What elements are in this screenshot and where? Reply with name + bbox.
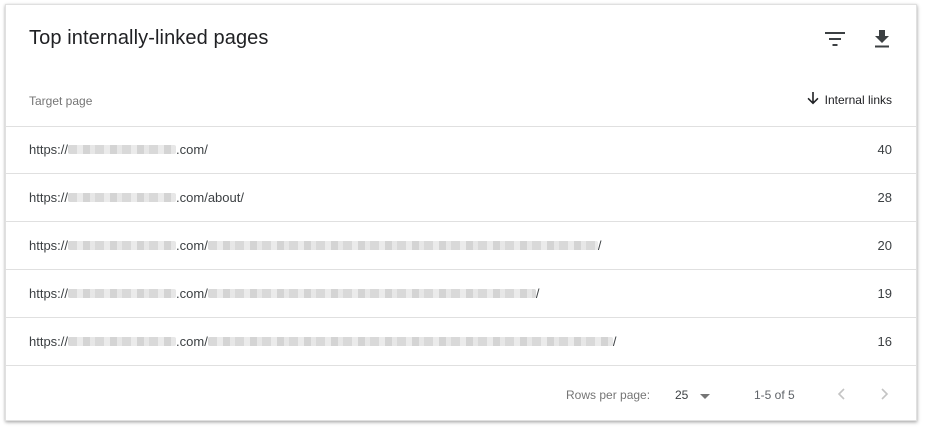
filter-icon (825, 32, 845, 46)
redacted-text (207, 337, 613, 347)
chevron-left-icon (837, 387, 845, 403)
target-page-url: https://.com// (29, 286, 540, 301)
internal-links-count: 28 (877, 190, 892, 205)
column-header-internal-links[interactable]: Internal links (807, 92, 892, 108)
column-header-target-page[interactable]: Target page (29, 94, 92, 108)
rows-per-page-select[interactable]: 25 (675, 384, 711, 406)
redacted-text (207, 289, 536, 299)
target-page-url: https://.com/about/ (29, 190, 244, 205)
internal-links-count: 40 (877, 142, 892, 157)
redacted-text (68, 337, 177, 347)
table-body: https://.com/ 40 https://.com/about/ 28 … (6, 126, 916, 366)
target-page-url: https://.com// (29, 334, 617, 349)
top-linked-pages-card: Top internally-linked pages Target page … (5, 4, 917, 421)
internal-links-count: 16 (877, 334, 892, 349)
filter-button[interactable] (821, 25, 849, 53)
download-icon (874, 30, 890, 48)
download-button[interactable] (868, 25, 896, 53)
redacted-text (68, 145, 177, 155)
previous-page-button[interactable] (827, 381, 855, 409)
rows-per-page-value: 25 (675, 388, 689, 402)
pagination-range: 1-5 of 5 (754, 388, 795, 402)
arrow-down-icon (807, 92, 819, 108)
dropdown-arrow-icon (700, 388, 711, 402)
table-row[interactable]: https://.com// 19 (6, 270, 916, 318)
table-row[interactable]: https://.com// 20 (6, 222, 916, 270)
target-page-url: https://.com/ (29, 142, 208, 157)
internal-links-label: Internal links (824, 93, 892, 107)
target-page-url: https://.com// (29, 238, 602, 253)
rows-per-page-label: Rows per page: (566, 388, 651, 402)
table-row[interactable]: https://.com/about/ 28 (6, 174, 916, 222)
redacted-text (68, 241, 177, 251)
redacted-text (68, 193, 177, 203)
card-title: Top internally-linked pages (29, 27, 269, 49)
table-header: Target page Internal links (6, 75, 916, 127)
redacted-text (68, 289, 177, 299)
table-pagination: Rows per page: 25 1-5 of 5 (6, 369, 916, 421)
internal-links-count: 19 (877, 286, 892, 301)
table-row[interactable]: https://.com// 16 (6, 318, 916, 366)
table-row[interactable]: https://.com/ 40 (6, 126, 916, 174)
chevron-right-icon (881, 387, 889, 403)
next-page-button[interactable] (871, 381, 899, 409)
redacted-text (207, 241, 598, 251)
internal-links-count: 20 (877, 238, 892, 253)
